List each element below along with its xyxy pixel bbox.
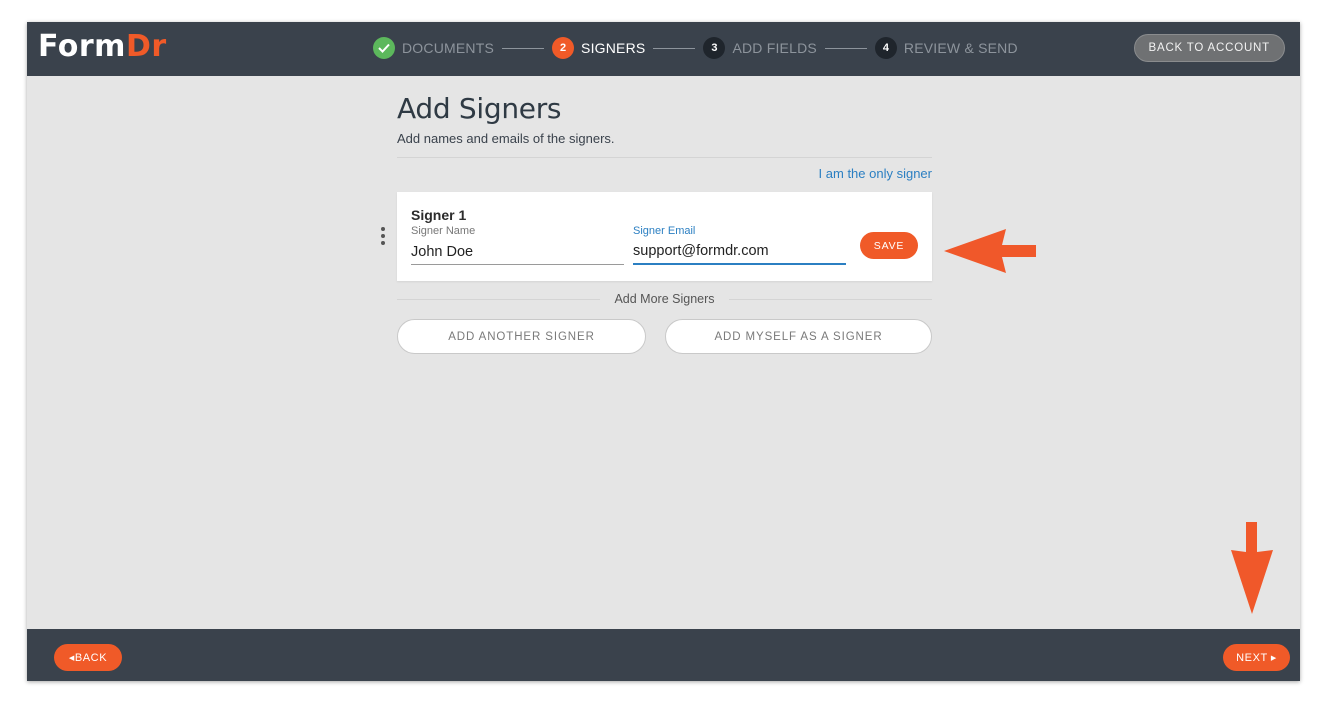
top-nav-bar: FormDr DOCUMENTS 2 SIGNERS 3 ADD FIELDS … xyxy=(27,22,1300,76)
signer-card: Signer 1 Signer Name Signer Email SAVE xyxy=(397,192,932,281)
step-add-fields-label: ADD FIELDS xyxy=(732,40,817,56)
signer-name-label: Signer Name xyxy=(411,225,476,237)
signer-title: Signer 1 xyxy=(411,207,467,223)
back-button-label: BACK xyxy=(74,651,108,664)
step-number-badge: 4 xyxy=(874,37,897,59)
add-more-signers-label: Add More Signers xyxy=(614,292,715,306)
signer-name-field: Signer Name xyxy=(411,225,624,265)
divider xyxy=(397,298,601,300)
checkmark-icon xyxy=(373,37,395,59)
step-review-send-label: REVIEW & SEND xyxy=(903,40,1018,56)
caret-right-icon: ▶ xyxy=(1270,654,1277,662)
divider xyxy=(397,157,932,158)
logo-text-form: Form xyxy=(38,29,126,64)
divider xyxy=(728,298,932,300)
step-connector xyxy=(653,47,696,49)
step-connector xyxy=(502,47,545,49)
signer-name-input[interactable] xyxy=(411,239,624,265)
step-signers-label: SIGNERS xyxy=(581,40,646,56)
next-button[interactable]: NEXT ▶ xyxy=(1223,644,1290,671)
main-content: Add Signers Add names and emails of the … xyxy=(381,92,932,354)
signer-email-input[interactable] xyxy=(633,239,846,265)
back-to-account-button[interactable]: BACK TO ACCOUNT xyxy=(1133,34,1285,62)
step-connector xyxy=(824,47,867,49)
add-another-signer-button[interactable]: ADD ANOTHER SIGNER xyxy=(397,319,646,354)
only-signer-link[interactable]: I am the only signer xyxy=(819,166,932,181)
step-documents[interactable]: DOCUMENTS xyxy=(373,37,494,59)
page-title: Add Signers xyxy=(397,92,562,125)
add-more-signers-divider: Add More Signers xyxy=(397,292,932,306)
page-subtitle: Add names and emails of the signers. xyxy=(397,131,615,146)
step-number-badge: 2 xyxy=(552,37,575,59)
annotation-arrow-left-icon xyxy=(944,229,1036,273)
signer-email-field: Signer Email xyxy=(633,225,846,265)
progress-stepper: DOCUMENTS 2 SIGNERS 3 ADD FIELDS 4 REVIE… xyxy=(373,37,1018,59)
add-myself-as-signer-button[interactable]: ADD MYSELF AS A SIGNER xyxy=(665,319,932,354)
back-button[interactable]: ◀ BACK xyxy=(54,644,122,671)
footer-bar: ◀ BACK NEXT ▶ xyxy=(27,629,1300,681)
next-button-label: NEXT xyxy=(1236,651,1268,664)
step-documents-label: DOCUMENTS xyxy=(402,40,495,56)
step-review-send[interactable]: 4 REVIEW & SEND xyxy=(874,37,1018,59)
drag-handle-icon[interactable] xyxy=(380,227,386,245)
step-number-badge: 3 xyxy=(703,37,726,59)
step-signers[interactable]: 2 SIGNERS xyxy=(552,37,645,59)
formdr-logo[interactable]: FormDr xyxy=(38,29,167,64)
app-window: FormDr DOCUMENTS 2 SIGNERS 3 ADD FIELDS … xyxy=(27,22,1300,681)
logo-text-dr: Dr xyxy=(125,29,167,64)
save-button[interactable]: SAVE xyxy=(860,232,918,259)
step-add-fields[interactable]: 3 ADD FIELDS xyxy=(703,37,817,59)
annotation-arrow-down-icon xyxy=(1231,522,1273,614)
signer-email-label: Signer Email xyxy=(633,225,696,237)
